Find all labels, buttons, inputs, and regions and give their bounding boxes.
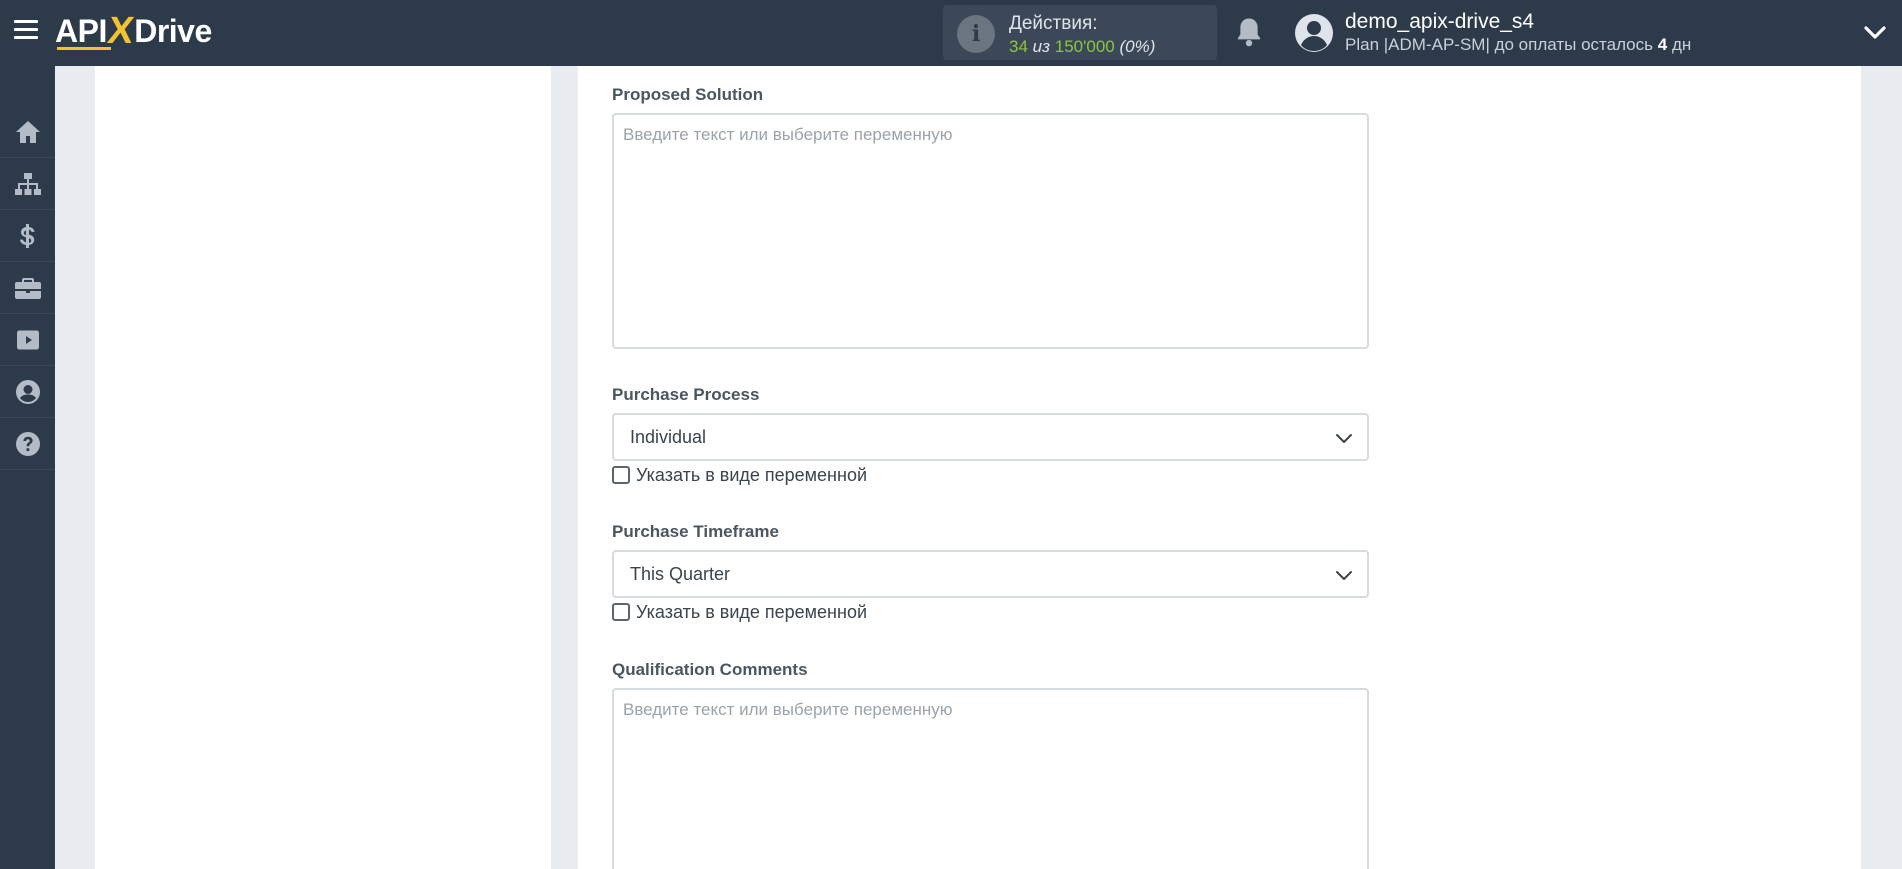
purchase-timeframe-value: This Quarter	[630, 564, 731, 584]
purchase-process-label: Purchase Process	[612, 385, 760, 404]
checkbox-label: Указать в виде переменной	[636, 601, 868, 622]
actions-of: из	[1032, 37, 1051, 56]
logo-underline	[57, 47, 111, 50]
bell-icon[interactable]	[1234, 16, 1264, 48]
chevron-down-icon	[1336, 434, 1352, 444]
checkbox[interactable]	[612, 466, 630, 484]
purchase-process-variable-checkbox[interactable]: Указать в виде переменной	[612, 463, 867, 487]
sidebar	[0, 66, 55, 869]
logo[interactable]: API X Drive	[55, 10, 212, 52]
left-panel	[95, 66, 551, 869]
purchase-process-select[interactable]: Individual	[612, 413, 1369, 461]
plan-suffix: дн	[1671, 35, 1692, 54]
sitemap-icon	[14, 172, 41, 195]
user-plan: Plan |ADM-AP-SM| до оплаты осталось 4 дн	[1345, 35, 1691, 55]
proposed-solution-label: Proposed Solution	[612, 85, 764, 104]
qualification-comments-textarea[interactable]: Введите текст или выберите переменную	[612, 688, 1369, 869]
purchase-process-value: Individual	[630, 427, 707, 447]
menu-icon[interactable]	[14, 20, 38, 42]
sidebar-item-home[interactable]	[0, 106, 55, 158]
actions-counter[interactable]: i Действия: 34 из 150'000 (0%)	[943, 5, 1217, 60]
sidebar-item-help[interactable]	[0, 418, 55, 470]
help-icon	[15, 431, 40, 456]
home-icon	[15, 120, 40, 143]
proposed-solution-textarea[interactable]: Введите текст или выберите переменную	[612, 113, 1369, 349]
sidebar-item-billing[interactable]	[0, 210, 55, 262]
actions-total: 150'000	[1054, 37, 1115, 56]
sidebar-item-services[interactable]	[0, 262, 55, 314]
purchase-timeframe-select[interactable]: This Quarter	[612, 550, 1369, 598]
user-circle-icon	[15, 379, 40, 404]
sidebar-item-videos[interactable]	[0, 314, 55, 366]
actions-count: 34 из 150'000 (0%)	[1009, 37, 1155, 57]
chevron-down-icon[interactable]	[1862, 22, 1888, 42]
checkbox-label: Указать в виде переменной	[636, 464, 868, 485]
user-name[interactable]: demo_apix-drive_s4	[1345, 10, 1534, 34]
youtube-icon	[16, 330, 39, 349]
checkbox[interactable]	[612, 603, 630, 621]
info-icon: i	[957, 15, 995, 53]
sidebar-item-account[interactable]	[0, 366, 55, 418]
qualification-comments-label: Qualification Comments	[612, 660, 808, 679]
dollar-icon	[19, 223, 34, 248]
actions-percent: (0%)	[1119, 37, 1156, 56]
chevron-down-icon	[1336, 571, 1352, 581]
actions-label: Действия:	[1009, 13, 1098, 34]
briefcase-icon	[14, 277, 41, 299]
sidebar-item-connections[interactable]	[0, 158, 55, 210]
top-bar: API X Drive i Действия: 34 из 150'000 (0…	[0, 0, 1902, 66]
actions-used: 34	[1009, 37, 1028, 56]
avatar-icon[interactable]	[1294, 13, 1334, 53]
logo-text-drive: Drive	[134, 12, 212, 49]
plan-prefix: Plan |ADM-AP-SM| до оплаты осталось	[1345, 35, 1653, 54]
plan-days: 4	[1657, 35, 1668, 54]
purchase-timeframe-variable-checkbox[interactable]: Указать в виде переменной	[612, 600, 867, 624]
logo-text-api: API	[55, 12, 107, 49]
purchase-timeframe-label: Purchase Timeframe	[612, 522, 779, 541]
